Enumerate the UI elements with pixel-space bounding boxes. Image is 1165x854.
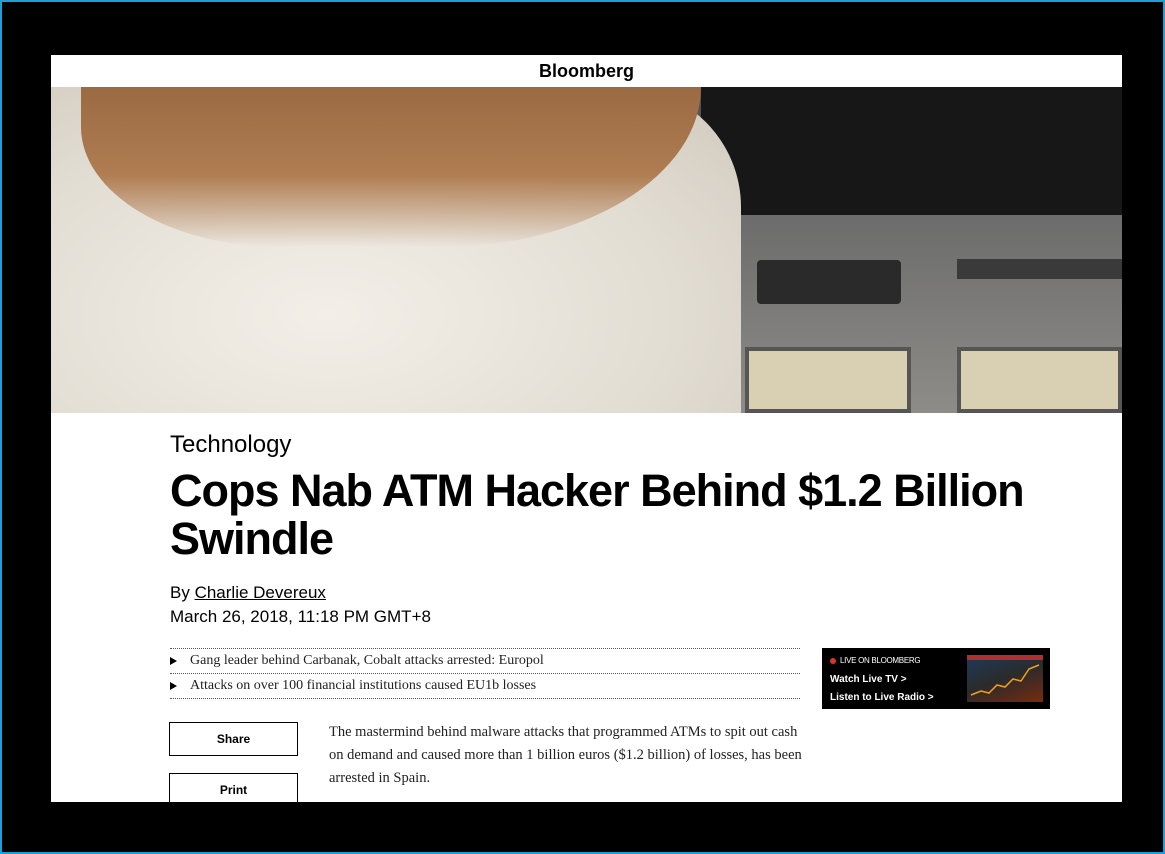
site-header: Bloomberg [51, 55, 1122, 87]
live-tv-thumbnail[interactable] [967, 655, 1043, 702]
listen-live-radio-link[interactable]: Listen to Live Radio > [830, 692, 934, 703]
summary-bullet: Gang leader behind Carbanak, Cobalt atta… [170, 649, 800, 674]
chevron-right-icon: > [900, 674, 907, 685]
live-dot-icon [830, 657, 836, 664]
chevron-right-icon: > [927, 692, 934, 703]
hero-image [51, 87, 1122, 413]
summary-bullet: Attacks on over 100 financial institutio… [170, 674, 800, 699]
live-widget[interactable]: LIVE ON BLOOMBERG Watch Live TV > Listen… [822, 648, 1050, 709]
publish-date: March 26, 2018, 11:18 PM GMT+8 [170, 607, 431, 626]
live-label: LIVE ON BLOOMBERG [830, 656, 921, 665]
print-button[interactable]: Print [169, 773, 298, 802]
article-page: Bloomberg Technology Cops Nab ATM Hacker… [51, 55, 1122, 802]
byline: By Charlie Devereux [170, 583, 1070, 603]
summary-text: Gang leader behind Carbanak, Cobalt atta… [190, 653, 544, 668]
headline: Cops Nab ATM Hacker Behind $1.2 Billion … [170, 465, 1025, 564]
category-label[interactable]: Technology [170, 431, 1070, 459]
article-header: Technology Cops Nab ATM Hacker Behind $1… [170, 431, 1070, 627]
bloomberg-logo[interactable]: Bloomberg [539, 61, 634, 81]
article-body: The mastermind behind malware attacks th… [329, 724, 802, 786]
watch-live-tv-link[interactable]: Watch Live TV > [830, 674, 907, 685]
author-link[interactable]: Charlie Devereux [195, 583, 326, 602]
summary-text: Attacks on over 100 financial institutio… [190, 678, 537, 693]
article-summary: Gang leader behind Carbanak, Cobalt atta… [170, 648, 800, 699]
triangle-bullet-icon [170, 657, 177, 665]
share-button[interactable]: Share [169, 722, 298, 756]
triangle-bullet-icon [170, 682, 177, 690]
byline-prefix: By [170, 583, 190, 602]
chart-thumbnail-icon [967, 655, 1043, 696]
